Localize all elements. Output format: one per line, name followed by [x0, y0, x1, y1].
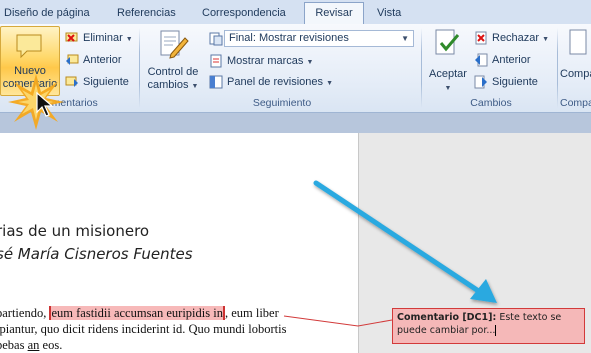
delete-comment-icon: [65, 32, 78, 42]
reject-icon: [475, 31, 487, 45]
new-comment-icon: [16, 34, 42, 59]
tab-view[interactable]: Vista: [373, 3, 405, 24]
text-cursor: [495, 325, 497, 336]
reject-label: Rechazar: [492, 32, 540, 44]
ruler-strip: [0, 113, 591, 133]
chevron-down-icon: ▼: [191, 83, 199, 90]
text-run: bebas: [0, 338, 25, 352]
text-run: , eum liber: [224, 306, 279, 320]
chevron-down-icon: ▼: [306, 59, 314, 66]
display-for-review-value: Final: Mostrar revisiones: [229, 32, 349, 44]
group-divider: [557, 28, 558, 108]
tab-references[interactable]: Referencias: [113, 3, 180, 24]
track-changes-button[interactable]: Control de cambios ▼: [143, 28, 203, 94]
track-changes-label-1: Control de: [147, 66, 199, 78]
reviewing-pane-label: Panel de revisiones: [227, 76, 324, 88]
tracking-group-label: Seguimiento: [252, 97, 312, 109]
group-divider: [139, 28, 140, 108]
tab-review[interactable]: Revisar: [304, 2, 364, 24]
display-for-review-icon: [209, 32, 223, 46]
next-change-icon: [474, 75, 487, 89]
document-paragraph: partiendo, eum fastidii accumsan euripid…: [0, 305, 352, 353]
delete-comment-label: Eliminar: [83, 32, 123, 44]
show-markup-icon: [210, 54, 222, 68]
tab-mailings[interactable]: Correspondencia: [198, 3, 290, 24]
changes-group-label: Cambios: [470, 97, 512, 109]
document-title: rias de un misionero: [0, 222, 150, 240]
accept-icon: [435, 29, 460, 55]
new-comment-label-2: comentario: [2, 78, 58, 90]
accept-label: Aceptar: [429, 68, 467, 80]
tab-page-layout[interactable]: Diseño de página: [0, 3, 94, 24]
comment-author-label: Comentario [DC1]:: [397, 312, 497, 323]
ribbon-tab-bar: Diseño de página Referencias Corresponde…: [0, 0, 591, 25]
compare-label: Compa: [560, 68, 591, 80]
text-run: partiendo,: [0, 306, 50, 320]
display-for-review-dropdown[interactable]: Final: Mostrar revisiones ▼: [224, 30, 414, 47]
new-comment-label-1: Nuevo: [14, 65, 46, 77]
ribbon: Nuevo comentario Eliminar ▼ Anterior Sig…: [0, 24, 591, 113]
text-run: eos.: [39, 338, 63, 352]
reviewing-pane-icon: [209, 75, 223, 89]
chevron-down-icon: ▼: [542, 36, 550, 43]
compare-button[interactable]: Compa: [560, 28, 591, 94]
compare-group-label: Compa: [560, 97, 591, 109]
chevron-down-icon: ▼: [401, 34, 409, 43]
text-run: an: [27, 338, 40, 352]
document-author: sé María Cisneros Fuentes: [0, 245, 193, 263]
chevron-down-icon: ▼: [444, 85, 452, 92]
previous-comment-label: Anterior: [83, 54, 122, 66]
commented-text[interactable]: eum fastidii accumsan euripidis in: [49, 306, 225, 320]
chevron-down-icon: ▼: [326, 80, 334, 87]
paragraph-line: ipiantur, quo dicit ridens inciderint id…: [0, 322, 287, 336]
accept-button[interactable]: Aceptar ▼: [425, 28, 471, 94]
compare-icon: [569, 29, 587, 55]
comments-group-label: Comentarios: [38, 97, 98, 109]
previous-comment-icon: [66, 54, 79, 65]
paragraph-line: bebas an eos.: [0, 337, 352, 353]
chevron-down-icon: ▼: [125, 36, 133, 43]
comment-balloon[interactable]: Comentario [DC1]: Este texto se puede ca…: [392, 308, 585, 344]
group-divider: [421, 28, 422, 108]
next-comment-label: Siguiente: [83, 76, 129, 88]
show-markup-label: Mostrar marcas: [227, 55, 304, 67]
next-comment-icon: [65, 76, 78, 87]
previous-change-label: Anterior: [492, 54, 531, 66]
new-comment-button[interactable]: Nuevo comentario: [0, 26, 60, 96]
next-change-label: Siguiente: [492, 76, 538, 88]
paragraph-line: partiendo, eum fastidii accumsan euripid…: [0, 305, 352, 321]
track-changes-label-2: cambios: [147, 79, 189, 91]
track-changes-icon: [160, 30, 189, 59]
previous-change-icon: [475, 53, 488, 67]
document-page[interactable]: rias de un misionero sé María Cisneros F…: [0, 133, 358, 353]
